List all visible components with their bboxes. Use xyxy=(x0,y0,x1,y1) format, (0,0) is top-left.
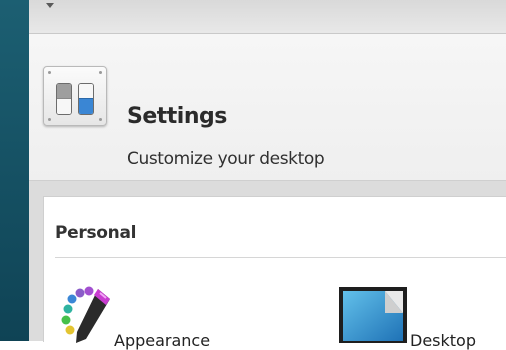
desktop-item[interactable]: Desktop xyxy=(337,285,476,350)
window-titlebar[interactable] xyxy=(29,0,506,34)
settings-window: Settings Customize your desktop Personal… xyxy=(29,0,506,350)
section-title: Personal xyxy=(55,223,137,243)
desktop-wallpaper-icon xyxy=(339,287,407,343)
section-divider xyxy=(55,257,506,258)
desktop-background xyxy=(0,0,29,341)
window-menu-arrow-icon[interactable] xyxy=(46,3,54,8)
toggle-switch-on xyxy=(78,83,94,115)
toggle-switch-off xyxy=(56,83,72,115)
personal-section-panel: Personal Appearance Desktop xyxy=(43,196,506,350)
settings-header: Settings Customize your desktop xyxy=(29,34,506,181)
page-subtitle: Customize your desktop xyxy=(127,149,325,169)
appearance-item[interactable]: Appearance xyxy=(60,285,210,350)
settings-toggle-icon xyxy=(43,66,107,126)
page-title: Settings xyxy=(127,104,227,129)
